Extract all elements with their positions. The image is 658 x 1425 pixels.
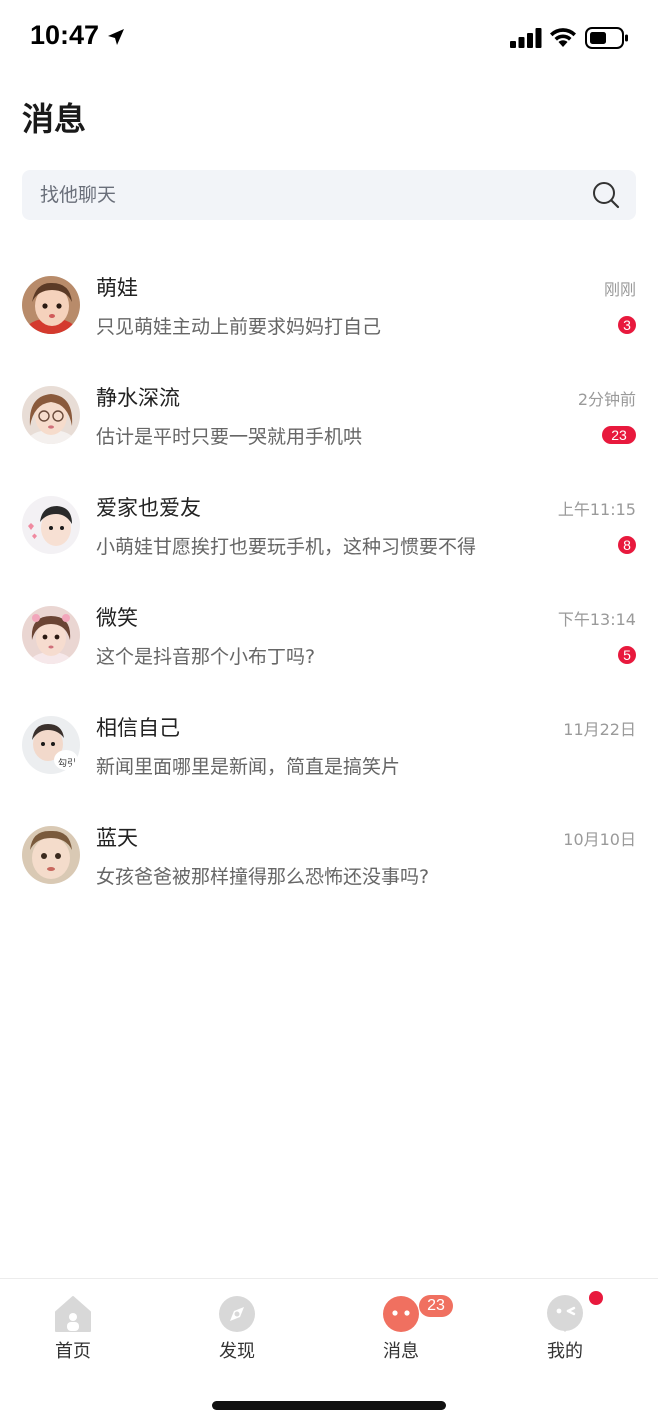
chat-name: 静水深流	[96, 386, 180, 410]
search-input[interactable]	[22, 170, 582, 220]
chat-preview: 估计是平时只要一哭就用手机哄	[96, 426, 363, 448]
avatar	[22, 276, 80, 334]
home-indicator[interactable]	[212, 1401, 446, 1410]
chat-item-4[interactable]: 微笑 下午13:14 这个是抖音那个小布丁吗? 5	[0, 580, 658, 690]
tab-label: 首页	[55, 1341, 91, 1362]
chat-name: 爱家也爱友	[96, 496, 201, 520]
chat-item-6[interactable]: 蓝天 10月10日 女孩爸爸被那样撞得那么恐怖还没事吗?	[0, 800, 658, 910]
chat-name: 相信自己	[96, 716, 180, 740]
unread-badge: 8	[618, 536, 636, 554]
chat-preview: 这个是抖音那个小布丁吗?	[96, 646, 316, 668]
status-time: 10:47	[30, 20, 100, 50]
wifi-icon	[550, 28, 576, 47]
page-title: 消息	[22, 100, 87, 138]
status-bar: 10:47	[0, 0, 658, 80]
unread-badge: 5	[618, 646, 636, 664]
unread-badge: 3	[618, 316, 636, 334]
chat-preview: 小萌娃甘愿挨打也要玩手机，这种习惯要不得	[96, 536, 477, 558]
chat-preview: 只见萌娃主动上前要求妈妈打自己	[96, 316, 382, 338]
tab-label: 发现	[219, 1341, 255, 1362]
chat-preview: 女孩爸爸被那样撞得那么恐怖还没事吗?	[96, 866, 430, 888]
chat-name: 微笑	[96, 606, 138, 630]
avatar	[22, 606, 80, 664]
profile-face-icon	[547, 1295, 583, 1332]
search-bar[interactable]	[22, 170, 636, 220]
chat-item-5[interactable]: 勾引 相信自己 11月22日 新闻里面哪里是新闻，简直是搞笑片	[0, 690, 658, 800]
compass-icon	[219, 1296, 255, 1332]
avatar	[22, 386, 80, 444]
avatar: 勾引	[22, 716, 80, 774]
chat-time: 10月10日	[563, 830, 636, 849]
chat-time: 上午11:15	[557, 500, 636, 519]
chat-time: 下午13:14	[557, 610, 636, 629]
chat-item-2[interactable]: 静水深流 2分钟前 估计是平时只要一哭就用手机哄 23	[0, 360, 658, 470]
avatar	[22, 826, 80, 884]
notification-dot	[589, 1291, 603, 1305]
avatar	[22, 496, 80, 554]
chat-name: 蓝天	[96, 826, 138, 850]
tab-label: 消息	[383, 1341, 419, 1362]
tab-messages[interactable]: 23 消息	[340, 1279, 460, 1379]
tab-home[interactable]: 首页	[12, 1279, 132, 1379]
home-icon	[55, 1296, 91, 1332]
tab-discover[interactable]: 发现	[176, 1279, 296, 1379]
tab-label: 我的	[547, 1341, 583, 1362]
chat-time: 11月22日	[563, 720, 636, 739]
cellular-signal-icon	[510, 28, 542, 48]
chat-bubble-icon	[383, 1296, 419, 1332]
chat-item-3[interactable]: 爱家也爱友 上午11:15 小萌娃甘愿挨打也要玩手机，这种习惯要不得 8	[0, 470, 658, 580]
chat-item-1[interactable]: 萌娃 刚刚 只见萌娃主动上前要求妈妈打自己 3	[0, 250, 658, 360]
chat-time: 刚刚	[603, 280, 636, 299]
chat-time: 2分钟前	[577, 390, 636, 409]
avatar-caption: 勾引	[58, 757, 76, 769]
search-icon[interactable]	[592, 181, 620, 209]
location-arrow-icon	[108, 29, 124, 45]
tab-mine[interactable]: 我的	[504, 1279, 624, 1379]
chat-name: 萌娃	[96, 276, 138, 300]
tab-badge: 23	[419, 1295, 453, 1317]
chat-list: 萌娃 刚刚 只见萌娃主动上前要求妈妈打自己 3 静水深流 2分钟前 估计是平时只…	[0, 250, 658, 910]
battery-icon	[585, 27, 628, 49]
chat-preview: 新闻里面哪里是新闻，简直是搞笑片	[96, 756, 401, 778]
unread-badge: 23	[602, 426, 636, 444]
